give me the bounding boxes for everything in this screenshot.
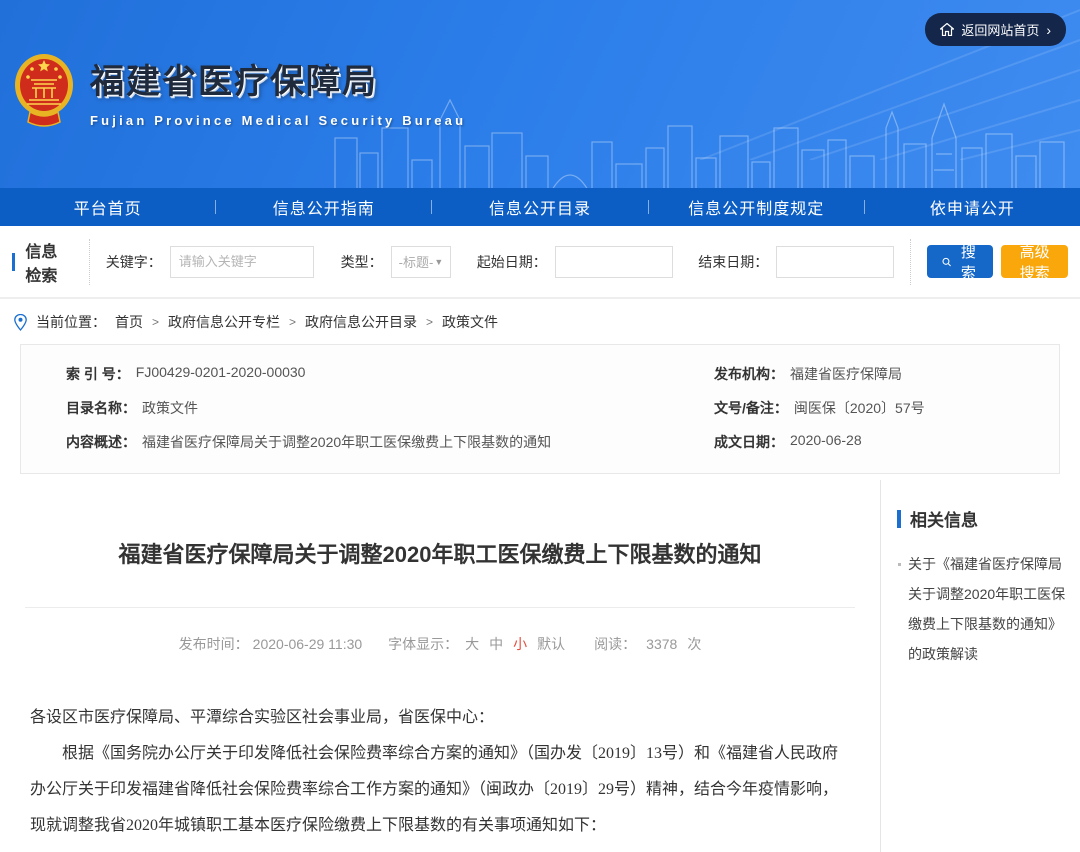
read-count-unit: 次 [687,634,701,654]
nav-item-disclosure-guide[interactable]: 信息公开指南 [216,195,431,219]
font-size-group: 字体显示： 大 中 小 默认 [388,634,568,654]
content-wrap: 福建省医疗保障局关于调整2020年职工医保缴费上下限基数的通知 发布时间： 20… [0,480,1080,852]
read-count-value: 3378 [646,636,677,652]
font-size-large-button[interactable]: 大 [465,634,479,654]
search-section: 信息检索 关键字： 类型： -标题- ▼ 起始日期： 结束日期： 搜索 高级搜索 [0,226,1080,299]
document-info-box: 索 引 号： FJ00429-0201-2020-00030 发布机构： 福建省… [20,344,1060,474]
info-issuer: 发布机构： 福建省医疗保障局 [714,357,1059,391]
publish-time-value: 2020-06-29 11:30 [253,636,363,652]
nav-item-disclosure-rules[interactable]: 信息公开制度规定 [649,195,864,219]
search-section-label: 信息检索 [25,238,68,286]
home-icon [940,23,954,36]
site-titles: 福建省医疗保障局 Fujian Province Medical Securit… [90,54,466,128]
type-label: 类型： [341,252,383,272]
site-header: 返回网站首页 › 福建省医疗保障局 Fujian Province Medica… [0,0,1080,188]
info-issuer-value: 福建省医疗保障局 [790,364,902,384]
article-paragraph: 各设区市医疗保障局、平潭综合实验区社会事业局，省医保中心： [30,700,850,736]
info-date-label: 成文日期： [714,432,784,452]
article-paragraph: 根据《国务院办公厅关于印发降低社会保险费率综合方案的通知》（国办发〔2019〕1… [30,736,850,844]
site-title: 福建省医疗保障局 [90,54,466,103]
search-icon [942,255,951,269]
info-catalog: 目录名称： 政策文件 [21,391,714,425]
breadcrumb-item-disclosure-catalog[interactable]: 政府信息公开目录 [305,312,417,332]
font-size-small-button[interactable]: 小 [513,634,527,654]
info-summary-value: 福建省医疗保障局关于调整2020年职工医保缴费上下限基数的通知 [142,432,551,452]
info-index-value: FJ00429-0201-2020-00030 [136,364,306,380]
breadcrumb-separator: > [289,315,296,329]
breadcrumb-separator: > [426,315,433,329]
main-nav: 平台首页 信息公开指南 信息公开目录 信息公开制度规定 依申请公开 [0,188,1080,226]
keyword-label: 关键字： [106,252,162,272]
location-pin-icon [14,314,27,331]
start-date-input[interactable] [555,246,673,278]
search-button[interactable]: 搜索 [927,245,993,278]
info-docno-value: 闽医保〔2020〕57号 [794,398,925,418]
info-docno-label: 文号/备注： [714,398,788,418]
title-divider [25,607,855,608]
advanced-search-button[interactable]: 高级搜索 [1001,245,1068,278]
chevron-right-icon: › [1046,23,1051,37]
home-button-label: 返回网站首页 [961,20,1039,39]
sidebar-title-row: 相关信息 [897,506,1066,531]
info-docno: 文号/备注： 闽医保〔2020〕57号 [714,391,1059,425]
breadcrumb: 当前位置： 首页 > 政府信息公开专栏 > 政府信息公开目录 > 政策文件 [0,299,1080,342]
info-index-label: 索 引 号： [66,364,130,384]
info-summary-label: 内容概述： [66,432,136,452]
publish-time-group: 发布时间： 2020-06-29 11:30 [179,634,363,654]
back-to-home-button[interactable]: 返回网站首页 › [925,13,1066,46]
type-select[interactable]: -标题- ▼ [391,246,452,278]
search-button-label: 搜索 [959,241,979,283]
font-size-default-button[interactable]: 默认 [537,634,565,654]
article-main: 福建省医疗保障局关于调整2020年职工医保缴费上下限基数的通知 发布时间： 20… [0,480,880,852]
nav-item-apply-disclosure[interactable]: 依申请公开 [865,195,1080,219]
article-meta: 发布时间： 2020-06-29 11:30 字体显示： 大 中 小 默认 阅读… [30,634,850,654]
publish-time-label: 发布时间： [179,634,249,654]
end-date-input[interactable] [776,246,894,278]
info-catalog-label: 目录名称： [66,398,136,418]
info-date: 成文日期： 2020-06-28 [714,425,1059,459]
breadcrumb-separator: > [152,315,159,329]
info-index: 索 引 号： FJ00429-0201-2020-00030 [21,357,714,391]
page: 返回网站首页 › 福建省医疗保障局 Fujian Province Medica… [0,0,1080,852]
nav-item-home[interactable]: 平台首页 [0,195,215,219]
type-select-value: -标题- [399,252,434,271]
related-info-sidebar: 相关信息 关于《福建省医疗保障局关于调整2020年职工医保缴费上下限基数的通知》… [880,480,1080,852]
font-size-medium-button[interactable]: 中 [489,634,503,654]
info-date-value: 2020-06-28 [790,432,862,448]
article-paragraph: 按省统计局提供的2019年全省全口径城镇单位就业人员年平均工资69768元，20… [30,844,850,852]
end-date-label: 结束日期： [698,252,768,272]
nav-item-disclosure-catalog[interactable]: 信息公开目录 [432,195,647,219]
sidebar-accent-bar [897,510,901,528]
start-date-label: 起始日期： [477,252,547,272]
breadcrumb-item-home[interactable]: 首页 [115,312,143,332]
font-size-label: 字体显示： [388,634,458,654]
site-subtitle: Fujian Province Medical Security Bureau [90,113,466,128]
keyword-input[interactable] [170,246,314,278]
dotted-divider [89,239,90,285]
section-marker [12,253,15,271]
read-count-label: 阅读： [594,634,636,654]
info-summary: 内容概述： 福建省医疗保障局关于调整2020年职工医保缴费上下限基数的通知 [21,425,714,459]
breadcrumb-label: 当前位置： [36,312,106,332]
dotted-divider [910,239,911,285]
article-title: 福建省医疗保障局关于调整2020年职工医保缴费上下限基数的通知 [30,538,850,571]
dropdown-arrow-icon: ▼ [434,257,443,267]
breadcrumb-item-disclosure-column[interactable]: 政府信息公开专栏 [168,312,280,332]
article-body: 各设区市医疗保障局、平潭综合实验区社会事业局，省医保中心： 根据《国务院办公厅关… [30,700,850,852]
sidebar-title: 相关信息 [910,506,978,531]
breadcrumb-item-policy-files[interactable]: 政策文件 [442,312,498,332]
related-info-link[interactable]: 关于《福建省医疗保障局关于调整2020年职工医保缴费上下限基数的通知》的政策解读 [897,549,1066,669]
advanced-search-label: 高级搜索 [1014,241,1055,283]
national-emblem-logo [14,50,74,132]
read-count-group: 阅读： 3378 次 [594,634,701,654]
info-issuer-label: 发布机构： [714,364,784,384]
info-catalog-value: 政策文件 [142,398,198,418]
logo-row: 福建省医疗保障局 Fujian Province Medical Securit… [14,50,466,132]
